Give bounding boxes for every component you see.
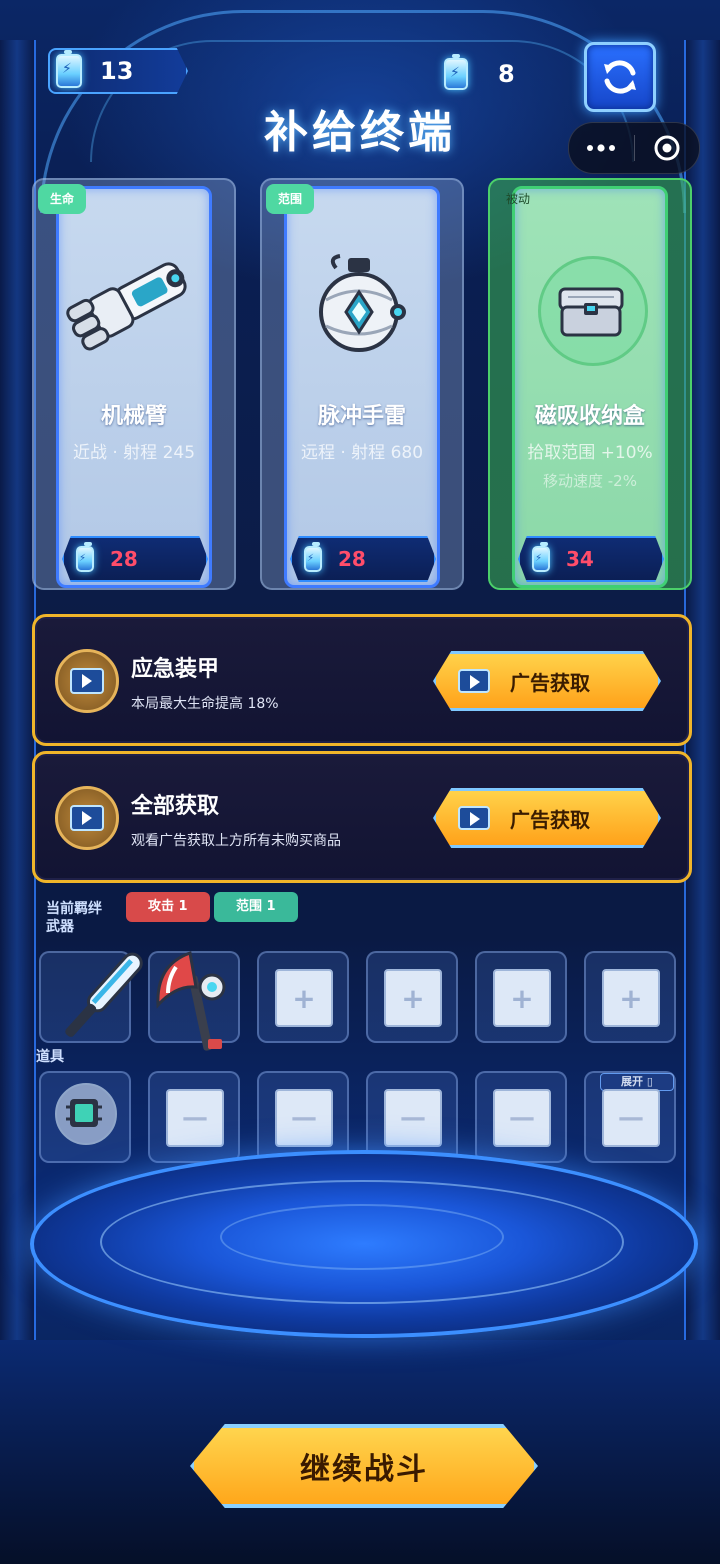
item-art (538, 256, 648, 366)
grenade-icon (319, 254, 406, 352)
continue-battle-button[interactable]: 继续战斗 (190, 1424, 538, 1508)
watch-ad-button[interactable]: 广告获取 (433, 788, 661, 848)
item-slot-empty[interactable]: — (148, 1071, 240, 1163)
card-stat: 近战 · 射程 245 (72, 443, 196, 463)
add-slot-icon: + (602, 969, 660, 1027)
battle-axe-icon (156, 950, 226, 1051)
card-tag: 范围 (266, 184, 315, 214)
add-slot-icon: + (275, 969, 333, 1027)
empty-slot-icon: — (275, 1089, 333, 1147)
weapon-slot[interactable] (39, 951, 143, 1043)
battery-icon: ⚡ (444, 54, 468, 90)
card-panel (284, 186, 440, 588)
bond-badge-attack[interactable]: 攻击 1 (126, 892, 210, 922)
ad-button-label: 广告获取 (510, 807, 590, 832)
energy-counter-left: ⚡ 13 (48, 48, 188, 94)
refresh-icon (604, 60, 636, 94)
shop-card-pulse-grenade[interactable]: 范围 脉冲手雷 远程 · 射程 680 ⚡ 28 (260, 178, 464, 590)
price-tag: ⚡ 28 (62, 536, 208, 582)
card-stat: 拾取范围 +10% (527, 443, 653, 463)
item-art (302, 252, 422, 372)
storage-box-icon (558, 287, 624, 337)
bond-label: 当前羁绊 武器 (46, 900, 102, 936)
empty-slot-icon: — (493, 1089, 551, 1147)
continue-label: 继续战斗 (300, 1452, 428, 1487)
shop-card-magnet-box[interactable]: 被动 磁吸收纳盒 拾取范围 +10% 移动速度 -2% ⚡ 34 (488, 178, 692, 590)
energy-left-value: 13 (100, 57, 134, 85)
video-icon (458, 669, 490, 693)
bond-badge-range[interactable]: 范围 1 (214, 892, 298, 922)
card-tag: 生命 (38, 184, 87, 214)
price-value: 34 (566, 547, 594, 571)
weapons-section-label: 武器 (46, 919, 74, 935)
price-tag: ⚡ 34 (518, 536, 664, 582)
battery-icon: ⚡ (304, 542, 322, 572)
page-title: 补给终端 (264, 107, 456, 158)
empty-slot-icon: — (166, 1089, 224, 1147)
item-slot-empty[interactable]: — (257, 1071, 349, 1163)
left-frame-pillar (0, 40, 36, 1524)
chip-icon (66, 1099, 102, 1127)
video-ad-icon (55, 786, 119, 850)
weapon-slot-empty[interactable]: + (475, 951, 567, 1043)
shop-card-mech-arm[interactable]: 生命 机械臂 近战 · 射程 245 ⚡ 28 (32, 178, 236, 590)
card-name: 磁吸收纳盒 (534, 404, 645, 429)
platform-ring-inner (220, 1204, 504, 1270)
battery-icon: ⚡ (532, 542, 550, 572)
items-section-label: 道具 (36, 1049, 64, 1065)
offer-title: 应急装甲 (131, 657, 220, 682)
offer-desc: 本局最大生命提高 18% (131, 696, 279, 712)
price-value: 28 (338, 547, 366, 571)
watch-ad-button[interactable]: 广告获取 (433, 651, 661, 711)
weapon-slot-empty[interactable]: + (584, 951, 676, 1043)
card-panel (512, 186, 668, 588)
empty-slot-icon: — (384, 1089, 442, 1147)
video-icon (458, 806, 490, 830)
add-slot-icon: + (493, 969, 551, 1027)
offer-desc: 观看广告获取上方所有未购买商品 (131, 833, 341, 849)
item-art (66, 252, 194, 372)
supply-terminal-screen: ⚡ 13 ⚡ 8 补给终端 生命 机械臂 近战 · 射程 245 ⚡ 28 范围… (0, 0, 720, 1564)
energy-counter-right: ⚡ 8 (444, 54, 515, 90)
ad-button-label: 广告获取 (510, 670, 590, 695)
energy-right-value: 8 (498, 60, 515, 88)
weapon-slot-empty[interactable]: + (366, 951, 458, 1043)
price-value: 28 (110, 547, 138, 571)
battery-icon: ⚡ (56, 50, 82, 88)
item-slot-empty[interactable]: — (584, 1071, 676, 1163)
battery-icon: ⚡ (76, 542, 94, 572)
card-name: 机械臂 (100, 404, 167, 429)
weapon-slot[interactable] (148, 950, 240, 1051)
item-slot-empty[interactable]: — (475, 1071, 567, 1163)
card-stat: 远程 · 射程 680 (300, 443, 424, 463)
card-panel (56, 186, 212, 588)
add-slot-icon: + (384, 969, 442, 1027)
bond-title: 当前羁绊 (46, 901, 102, 917)
card-name: 脉冲手雷 (317, 404, 406, 429)
offer-emergency-armor: 应急装甲 本局最大生命提高 18% 广告获取 (32, 614, 692, 746)
empty-slot-icon: — (602, 1089, 660, 1147)
item-slot[interactable] (39, 1071, 131, 1163)
baseball-bat-icon (65, 952, 143, 1037)
video-ad-icon (55, 649, 119, 713)
offer-get-all: 全部获取 观看广告获取上方所有未购买商品 广告获取 (32, 751, 692, 883)
card-tag: 被动 (506, 192, 531, 206)
offer-title: 全部获取 (131, 794, 220, 819)
weapon-slot-empty[interactable]: + (257, 951, 349, 1043)
mech-arm-icon (66, 262, 187, 351)
card-stat-secondary: 移动速度 -2% (543, 472, 637, 490)
price-tag: ⚡ 28 (290, 536, 436, 582)
